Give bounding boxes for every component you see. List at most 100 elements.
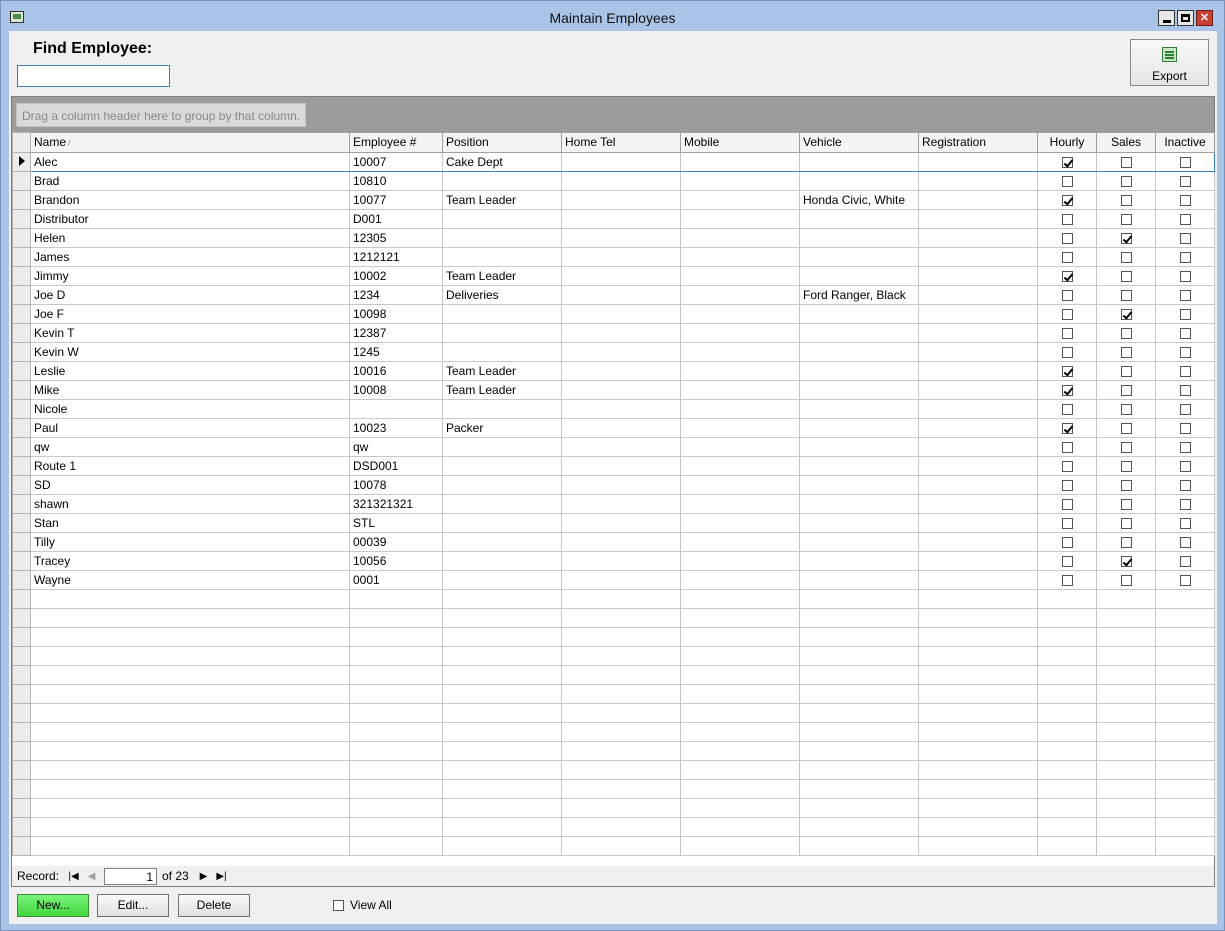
cell-reg[interactable] [918, 152, 1038, 172]
title-bar[interactable]: Maintain Employees ✕ [1, 1, 1224, 31]
cell-name[interactable]: Tracey [30, 551, 350, 571]
inactive-checkbox[interactable] [1179, 175, 1191, 187]
cell-reg[interactable] [918, 475, 1038, 495]
sales-checkbox[interactable] [1120, 517, 1132, 529]
hourly-checkbox[interactable] [1061, 536, 1073, 548]
cell-name[interactable]: qw [30, 437, 350, 457]
cell-position[interactable] [442, 532, 562, 552]
cell-name[interactable]: Kevin T [30, 323, 350, 343]
cell-position[interactable]: Team Leader [442, 190, 562, 210]
sales-checkbox[interactable] [1120, 365, 1132, 377]
sales-checkbox[interactable] [1120, 403, 1132, 415]
cell-home[interactable] [561, 437, 681, 457]
cell-vehicle[interactable] [799, 152, 919, 172]
cell-mobile[interactable] [680, 380, 800, 400]
cell-name[interactable]: Nicole [30, 399, 350, 419]
inactive-checkbox[interactable] [1179, 365, 1191, 377]
sales-checkbox[interactable] [1120, 232, 1132, 244]
cell-position[interactable] [442, 570, 562, 590]
cell-reg[interactable] [918, 532, 1038, 552]
row-indicator[interactable] [12, 342, 31, 362]
cell-emp[interactable]: 1245 [349, 342, 443, 362]
cell-mobile[interactable] [680, 475, 800, 495]
cell-position[interactable]: Deliveries [442, 285, 562, 305]
cell-name[interactable]: Alec [30, 152, 350, 172]
cell-vehicle[interactable] [799, 304, 919, 324]
cell-emp[interactable]: D001 [349, 209, 443, 229]
cell-position[interactable] [442, 494, 562, 514]
export-button[interactable]: Export [1130, 39, 1209, 86]
cell-reg[interactable] [918, 437, 1038, 457]
previous-record-button[interactable]: ◀ [83, 868, 100, 884]
inactive-checkbox[interactable] [1179, 384, 1191, 396]
cell-name[interactable]: Joe D [30, 285, 350, 305]
row-indicator[interactable] [12, 456, 31, 476]
cell-position[interactable]: Packer [442, 418, 562, 438]
cell-emp[interactable]: DSD001 [349, 456, 443, 476]
first-record-button[interactable]: |◀ [65, 868, 82, 884]
view-all-toggle[interactable]: View All [333, 898, 392, 912]
hourly-checkbox[interactable] [1061, 213, 1073, 225]
cell-position[interactable]: Team Leader [442, 380, 562, 400]
row-indicator[interactable] [12, 171, 31, 191]
cell-mobile[interactable] [680, 551, 800, 571]
cell-home[interactable] [561, 247, 681, 267]
hourly-checkbox[interactable] [1061, 289, 1073, 301]
table-row[interactable]: Route 1 DSD001 [12, 456, 1215, 476]
cell-position[interactable] [442, 475, 562, 495]
cell-vehicle[interactable] [799, 456, 919, 476]
table-row[interactable]: SD 10078 [12, 475, 1215, 495]
cell-home[interactable] [561, 513, 681, 533]
cell-mobile[interactable] [680, 570, 800, 590]
hourly-checkbox[interactable] [1061, 308, 1073, 320]
row-indicator[interactable] [12, 285, 31, 305]
hourly-checkbox[interactable] [1061, 460, 1073, 472]
cell-vehicle[interactable] [799, 513, 919, 533]
row-indicator[interactable] [12, 266, 31, 286]
cell-home[interactable] [561, 361, 681, 381]
cell-name[interactable]: Distributor [30, 209, 350, 229]
cell-mobile[interactable] [680, 152, 800, 172]
sales-checkbox[interactable] [1120, 270, 1132, 282]
cell-mobile[interactable] [680, 494, 800, 514]
row-indicator[interactable] [12, 494, 31, 514]
row-indicator[interactable] [12, 209, 31, 229]
table-row[interactable]: Mike 10008 Team Leader [12, 380, 1215, 400]
cell-home[interactable] [561, 399, 681, 419]
cell-vehicle[interactable] [799, 209, 919, 229]
hourly-checkbox[interactable] [1061, 574, 1073, 586]
cell-home[interactable] [561, 456, 681, 476]
inactive-checkbox[interactable] [1179, 422, 1191, 434]
cell-position[interactable] [442, 304, 562, 324]
cell-mobile[interactable] [680, 399, 800, 419]
cell-home[interactable] [561, 152, 681, 172]
last-record-button[interactable]: ▶| [213, 868, 230, 884]
cell-vehicle[interactable]: Honda Civic, White [799, 190, 919, 210]
cell-vehicle[interactable] [799, 532, 919, 552]
cell-position[interactable]: Team Leader [442, 266, 562, 286]
cell-reg[interactable] [918, 342, 1038, 362]
table-row[interactable]: Leslie 10016 Team Leader [12, 361, 1215, 381]
table-row[interactable]: Alec 10007 Cake Dept [12, 152, 1215, 172]
cell-vehicle[interactable] [799, 323, 919, 343]
cell-reg[interactable] [918, 228, 1038, 248]
table-row[interactable]: Wayne 0001 [12, 570, 1215, 590]
sales-checkbox[interactable] [1120, 289, 1132, 301]
table-row[interactable]: Brad 10810 [12, 171, 1215, 191]
find-employee-input[interactable] [17, 65, 170, 87]
cell-home[interactable] [561, 532, 681, 552]
cell-emp[interactable]: 10002 [349, 266, 443, 286]
cell-vehicle[interactable] [799, 399, 919, 419]
hourly-checkbox[interactable] [1061, 555, 1073, 567]
inactive-checkbox[interactable] [1179, 156, 1191, 168]
cell-reg[interactable] [918, 209, 1038, 229]
inactive-checkbox[interactable] [1179, 213, 1191, 225]
cell-name[interactable]: Joe F [30, 304, 350, 324]
cell-emp[interactable]: 10078 [349, 475, 443, 495]
cell-vehicle[interactable] [799, 551, 919, 571]
cell-name[interactable]: Wayne [30, 570, 350, 590]
cell-home[interactable] [561, 418, 681, 438]
cell-vehicle[interactable] [799, 418, 919, 438]
hourly-checkbox[interactable] [1061, 327, 1073, 339]
cell-mobile[interactable] [680, 285, 800, 305]
